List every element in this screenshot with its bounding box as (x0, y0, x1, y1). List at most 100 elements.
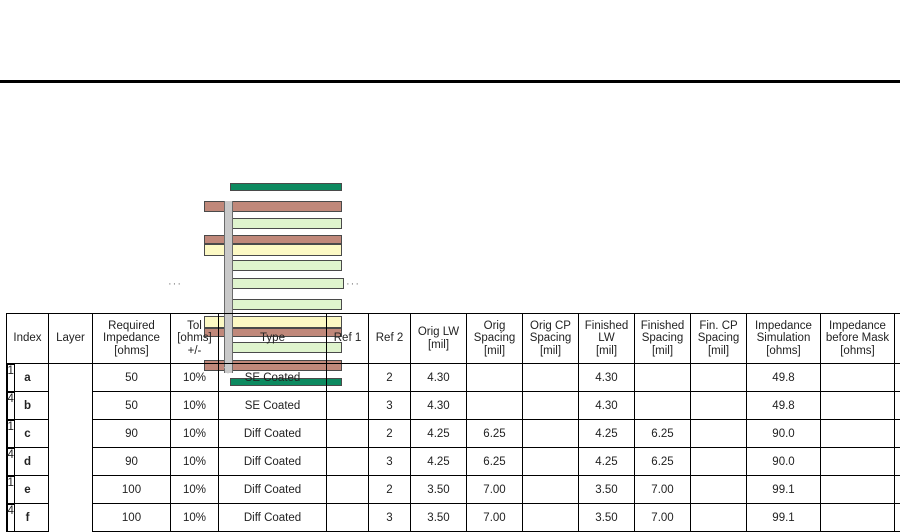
impedance-col-header-unit: [ohms] (840, 344, 875, 357)
impedance-col-header-unit: [mil] (707, 344, 730, 357)
stackup-layer-soldermask-top (230, 183, 342, 191)
stackup-layer-prepreg-1 (226, 218, 342, 229)
impedance-cell-tol: 10% (170, 419, 219, 448)
impedance-cell-required-impedance: 50 (92, 363, 171, 392)
impedance-cell-orig-cp-spacing (522, 363, 579, 392)
header-right-fields (374, 1, 894, 82)
impedance-cell-impedance-simulation: 49.8 (746, 363, 821, 392)
table-row[interactable]: b 4 50 10% SE Coated 3 4.30 4.30 49.8 (6, 391, 900, 420)
impedance-cell-orig-lw: 4.25 (410, 447, 467, 476)
impedance-table-header-row: Index Layer Required Impedance [ohms] Tol [oh… (6, 313, 900, 364)
impedance-cell-cross-section-icon[interactable] (894, 363, 900, 392)
impedance-col-header: Ref 2 (368, 313, 411, 364)
impedance-col-header-label: Finished LW (584, 319, 629, 345)
stackup-report-page: ··· ··· Index Layer Required Impedance [ohms… (0, 0, 900, 532)
impedance-cell-cross-section-icon[interactable] (894, 475, 900, 504)
impedance-col-header: Layer (48, 313, 93, 364)
impedance-cell-finished-spacing (634, 363, 691, 392)
impedance-col-header-label: Finished Spacing (640, 319, 685, 345)
impedance-cell-layer: 4 (6, 503, 15, 532)
stackup-ellipsis-marker: ··· (168, 278, 182, 290)
impedance-cell-impedance-before-mask (820, 447, 895, 476)
measured-row (374, 44, 894, 63)
impedance-cell-orig-spacing: 6.25 (466, 447, 523, 476)
impedance-cell-ref2: 3 (368, 503, 411, 532)
table-row[interactable]: a 1 50 10% SE Coated 2 4.30 4.30 49.8 (6, 363, 900, 392)
impedance-cell-finished-lw: 4.25 (578, 447, 635, 476)
impedance-col-header-unit: [mil] (483, 344, 506, 357)
impedance-cell-ref1 (326, 447, 369, 476)
impedance-cell-cross-section-icon[interactable] (894, 503, 900, 532)
impedance-cell-ref1 (326, 503, 369, 532)
table-row[interactable]: f 4 100 10% Diff Coated 3 3.50 7.00 3.50 7.00 99.1 (6, 503, 900, 532)
impedance-cell-fin-cp-spacing (690, 447, 747, 476)
impedance-col-header: Tol [ohms] +/- (170, 313, 219, 364)
impedance-cell-impedance-before-mask (820, 475, 895, 504)
impedance-cell-fin-cp-spacing (690, 363, 747, 392)
impedance-col-header-unit: [mil] (651, 344, 674, 357)
impedance-col-header-unit: [mil] (595, 344, 618, 357)
impedance-cell-layer: 4 (6, 391, 15, 420)
impedance-col-header-unit: [mil] (539, 344, 562, 357)
impedance-col-header: Finished Spacing [mil] (634, 313, 691, 364)
impedance-cell-required-impedance: 100 (92, 503, 171, 532)
impedance-cell-finished-lw: 3.50 (578, 503, 635, 532)
impedance-cell-fin-cp-spacing (690, 503, 747, 532)
impedance-cell-finished-spacing: 7.00 (634, 475, 691, 504)
impedance-cell-tol: 10% (170, 503, 219, 532)
impedance-cell-fin-cp-spacing (690, 475, 747, 504)
impedance-cell-tol: 10% (170, 363, 219, 392)
impedance-cell-finished-spacing (634, 391, 691, 420)
impedance-col-header-label: Impedance Simulation (755, 319, 812, 345)
impedance-cell-layer: 1 (6, 364, 15, 392)
impedance-col-header: Finished LW [mil] (578, 313, 635, 364)
impedance-cell-type: SE Coated (218, 363, 327, 392)
impedance-cell-impedance-simulation: 49.8 (746, 391, 821, 420)
impedance-cell-orig-cp-spacing (522, 419, 579, 448)
stackup-layer-prepreg-4 (226, 299, 342, 310)
impedance-col-header-label: Fin. CP Spacing (697, 319, 740, 345)
impedance-cell-orig-cp-spacing (522, 475, 579, 504)
impedance-col-header-label: Index (13, 332, 42, 345)
impedance-cell-impedance-before-mask (820, 363, 895, 392)
stackup-ellipsis-marker: ··· (346, 278, 360, 290)
impedance-cell-cross-section-icon[interactable] (894, 391, 900, 420)
impedance-cell-impedance-simulation: 90.0 (746, 419, 821, 448)
impedance-cell-tol: 10% (170, 475, 219, 504)
stackup-layer-prepreg-3 (226, 278, 344, 289)
impedance-cell-impedance-simulation: 90.0 (746, 447, 821, 476)
impedance-col-header-unit: [ohms] (766, 344, 801, 357)
impedance-cell-finished-lw: 4.30 (578, 363, 635, 392)
impedance-cell-type: Diff Coated (218, 503, 327, 532)
impedance-cell-ref1 (326, 363, 369, 392)
impedance-cell-ref2: 2 (368, 419, 411, 448)
impedance-col-header: Type (218, 313, 327, 364)
impedance-cell-orig-cp-spacing (522, 503, 579, 532)
impedance-cell-cross-section-icon[interactable] (894, 419, 900, 448)
impedance-col-header-label: Required Impedance (103, 319, 160, 345)
impedance-cell-type: Diff Coated (218, 447, 327, 476)
impedance-cell-orig-spacing (466, 391, 523, 420)
impedance-cell-finished-lw: 4.30 (578, 391, 635, 420)
impedance-cell-fin-cp-spacing (690, 419, 747, 448)
impedance-cell-finished-spacing: 7.00 (634, 503, 691, 532)
impedance-col-header-label: Orig CP Spacing (529, 319, 572, 345)
impedance-col-header-unit: [ohms] +/- (177, 332, 212, 357)
impedance-cell-orig-cp-spacing (522, 391, 579, 420)
impedance-cell-impedance-simulation: 99.1 (746, 475, 821, 504)
impedance-cell-orig-cp-spacing (522, 447, 579, 476)
impedance-col-header-unit: [mil] (427, 338, 450, 351)
impedance-cell-cross-section-icon[interactable] (894, 447, 900, 476)
impedance-cell-ref1 (326, 475, 369, 504)
impedance-cell-orig-lw: 4.30 (410, 391, 467, 420)
table-row[interactable]: c 1 90 10% Diff Coated 2 4.25 6.25 4.25 6.25 90.0 (6, 419, 900, 448)
impedance-col-header-unit: [ohms] (114, 344, 149, 357)
impedance-table: Index Layer Required Impedance [ohms] Tol [oh… (6, 313, 900, 532)
impedance-col-header-label: IMG (896, 332, 900, 345)
impedance-cell-orig-lw: 3.50 (410, 475, 467, 504)
impedance-col-header-label: Impedance before Mask (825, 319, 890, 345)
table-row[interactable]: e 1 100 10% Diff Coated 2 3.50 7.00 3.50 7.00 99.1 (6, 475, 900, 504)
table-row[interactable]: d 4 90 10% Diff Coated 3 4.25 6.25 4.25 6.25 90.0 (6, 447, 900, 476)
required-thickness-row (374, 1, 894, 20)
impedance-col-header-label: Type (260, 332, 285, 345)
